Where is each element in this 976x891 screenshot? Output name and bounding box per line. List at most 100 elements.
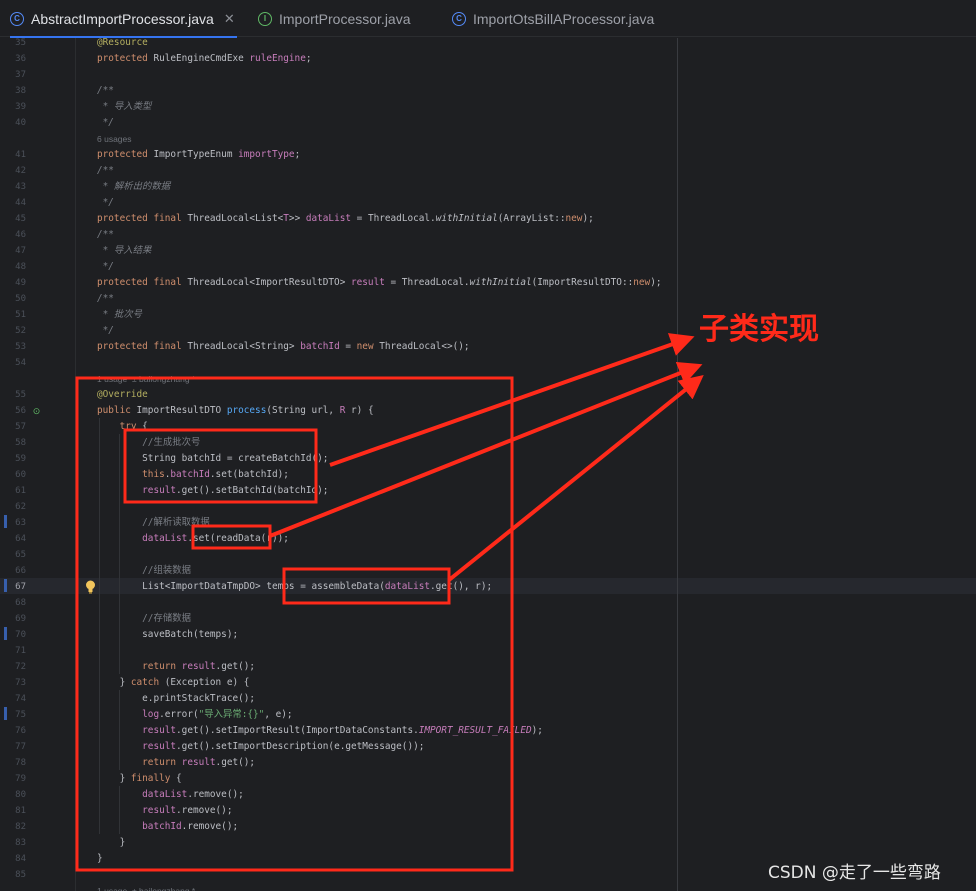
code-line[interactable]: 52 */: [0, 323, 976, 339]
code-token: = ThreadLocal.: [351, 213, 436, 224]
code-line[interactable]: 82 batchId.remove();: [0, 819, 976, 835]
tab-abstract-import-processor[interactable]: C AbstractImportProcessor.java ✕: [10, 0, 237, 38]
code-line[interactable]: 68: [0, 595, 976, 611]
code-line[interactable]: 79 } finally {: [0, 771, 976, 787]
code-line[interactable]: 43 * 解析出的数据: [0, 179, 976, 195]
code-line[interactable]: 47 * 导入结果: [0, 243, 976, 259]
code-text: //生成批次号: [97, 435, 200, 451]
code-token: saveBatch(temps);: [97, 629, 239, 640]
code-line[interactable]: 35 @Resource: [0, 38, 976, 51]
code-line[interactable]: 51 * 批次号: [0, 307, 976, 323]
code-line[interactable]: 56 ⊙ public ImportResultDTO process(String…: [0, 403, 976, 419]
code-line[interactable]: 36 protected RuleEngineCmdExe ruleEngine;: [0, 51, 976, 67]
code-token: "导入异常:{}": [198, 709, 265, 720]
code-line[interactable]: 80 dataList.remove();: [0, 787, 976, 803]
code-line[interactable]: 57 try {: [0, 419, 976, 435]
class-icon: C: [452, 11, 466, 26]
code-line[interactable]: 37: [0, 67, 976, 83]
code-line[interactable]: 61 result.get().setBatchId(batchId);: [0, 483, 976, 499]
code-token: .get(), r);: [430, 581, 493, 592]
implements-method-icon[interactable]: ⊙: [31, 403, 42, 419]
code-line[interactable]: 50 /**: [0, 291, 976, 307]
line-number: 52: [15, 326, 26, 336]
code-line[interactable]: 72 return result.get();: [0, 659, 976, 675]
code-line[interactable]: 1 usage ± bailongzhang *: [0, 371, 976, 387]
code-line[interactable]: 70 saveBatch(temps);: [0, 627, 976, 643]
inlay-usages-hint[interactable]: 1 usage ± bailongzhang *: [97, 883, 195, 891]
code-line[interactable]: 46 /**: [0, 227, 976, 243]
code-line[interactable]: 39 * 导入类型: [0, 99, 976, 115]
code-line[interactable]: 75 log.error("导入异常:{}", e);: [0, 707, 976, 723]
line-number: 38: [15, 86, 26, 96]
inlay-usages-hint[interactable]: 1 usage ± bailongzhang *: [97, 371, 195, 387]
code-line[interactable]: 58 //生成批次号: [0, 435, 976, 451]
code-line[interactable]: 60 this.batchId.set(batchId);: [0, 467, 976, 483]
code-text: * 解析出的数据: [97, 179, 171, 195]
code-line[interactable]: 6 usages: [0, 131, 976, 147]
code-token: RuleEngineCmdExe: [153, 53, 250, 64]
code-line[interactable]: 55 @Override: [0, 387, 976, 403]
change-marker[interactable]: [4, 579, 7, 592]
line-number: 76: [15, 726, 26, 736]
inlay-usages-hint[interactable]: 6 usages: [97, 131, 132, 147]
code-line[interactable]: 74 e.printStackTrace();: [0, 691, 976, 707]
code-line[interactable]: 76 result.get().setImportResult(ImportDa…: [0, 723, 976, 739]
code-token: .remove();: [181, 821, 239, 832]
code-line[interactable]: 41 protected ImportTypeEnum importType;: [0, 147, 976, 163]
code-text: /**: [97, 83, 114, 99]
code-line[interactable]: 63 //解析读取数据: [0, 515, 976, 531]
code-line[interactable]: 38 /**: [0, 83, 976, 99]
code-line[interactable]: 53 protected final ThreadLocal<String> ba…: [0, 339, 976, 355]
line-number: 78: [15, 758, 26, 768]
code-line[interactable]: 42 /**: [0, 163, 976, 179]
lightbulb-icon[interactable]: [85, 580, 96, 594]
tab-import-ots-bill-a-processor[interactable]: C ImportOtsBillAProcessor.java: [452, 0, 654, 37]
code-line[interactable]: 77 result.get().setImportDescription(e.g…: [0, 739, 976, 755]
code-line[interactable]: 81 result.remove();: [0, 803, 976, 819]
code-line[interactable]: 40 */: [0, 115, 976, 131]
code-token: {: [142, 421, 148, 432]
code-line[interactable]: 59 String batchId = createBatchId();: [0, 451, 976, 467]
code-token: ThreadLocal<ImportResultDTO>: [187, 277, 351, 288]
code-line[interactable]: 66 //组装数据: [0, 563, 976, 579]
code-line[interactable]: 1 usage ± bailongzhang *: [0, 883, 976, 891]
code-text: } finally {: [97, 771, 182, 787]
code-line[interactable]: 65: [0, 547, 976, 563]
change-marker[interactable]: [4, 627, 7, 640]
code-token: }: [97, 837, 126, 848]
code-token: */: [97, 117, 114, 128]
code-editor[interactable]: 35 @Resource 36 protected RuleEngineCmdExe …: [0, 38, 976, 891]
code-line[interactable]: 78 return result.get();: [0, 755, 976, 771]
code-token: catch: [130, 677, 165, 688]
line-number: 85: [15, 870, 26, 880]
code-line[interactable]: 73 } catch (Exception e) {: [0, 675, 976, 691]
code-token: dataList: [305, 213, 352, 224]
tab-label: AbstractImportProcessor.java: [31, 10, 214, 27]
code-text: result.get().setImportResult(ImportDataC…: [97, 723, 543, 739]
close-icon[interactable]: ✕: [224, 11, 235, 27]
code-line[interactable]: 62: [0, 499, 976, 515]
code-token: * 解析出的数据: [97, 181, 171, 192]
code-line[interactable]: 67 List<ImportDataTmpDO> temps = assembl…: [0, 579, 976, 595]
code-token: .get();: [215, 661, 256, 672]
tab-import-processor[interactable]: I ImportProcessor.java: [258, 0, 411, 37]
change-marker[interactable]: [4, 707, 7, 720]
code-line[interactable]: 49 protected final ThreadLocal<ImportResu…: [0, 275, 976, 291]
code-text: saveBatch(temps);: [97, 627, 238, 643]
code-token: .error(: [159, 709, 199, 720]
code-line[interactable]: 69 //存储数据: [0, 611, 976, 627]
code-line[interactable]: 71: [0, 643, 976, 659]
code-line[interactable]: 64 dataList.set(readData(r));: [0, 531, 976, 547]
code-line[interactable]: 45 protected final ThreadLocal<List<T>> d…: [0, 211, 976, 227]
change-marker[interactable]: [4, 515, 7, 528]
line-number: 72: [15, 662, 26, 672]
line-number: 84: [15, 854, 26, 864]
code-line[interactable]: 83 }: [0, 835, 976, 851]
code-text: this.batchId.set(batchId);: [97, 467, 289, 483]
code-line[interactable]: 48 */: [0, 259, 976, 275]
code-line[interactable]: 54: [0, 355, 976, 371]
code-line[interactable]: 44 */: [0, 195, 976, 211]
